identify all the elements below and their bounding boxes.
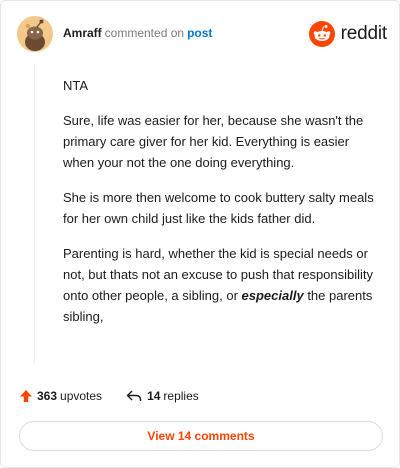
upvote-button[interactable]: 363 upvotes bbox=[19, 389, 102, 403]
view-comments-button[interactable]: View 14 comments bbox=[19, 421, 383, 451]
upvote-arrow-icon bbox=[20, 390, 32, 402]
comment-paragraph: Sure, life was easier for her, because s… bbox=[63, 113, 364, 170]
reply-label: replies bbox=[163, 389, 199, 403]
comment-header: Amraff commented on post reddit bbox=[17, 16, 387, 52]
commented-on-text: commented on bbox=[104, 26, 185, 40]
reddit-logo[interactable]: reddit bbox=[308, 19, 388, 49]
reply-arrow-icon bbox=[126, 390, 142, 401]
upvote-count: 363 bbox=[37, 389, 58, 403]
comment-meta: Amraff commented on post bbox=[63, 26, 212, 40]
snoo-avatar-icon[interactable] bbox=[17, 16, 53, 52]
author-name[interactable]: Amraff bbox=[63, 26, 102, 40]
comment-actions: 363 upvotes 14 replies bbox=[19, 386, 199, 406]
comment-body: NTA Sure, life was easier for her, becau… bbox=[63, 75, 383, 341]
comment-paragraph: She is more then welcome to cook buttery… bbox=[63, 190, 374, 226]
post-link[interactable]: post bbox=[187, 26, 212, 40]
reply-button[interactable]: 14 replies bbox=[126, 389, 199, 403]
upvote-label: upvotes bbox=[60, 389, 103, 403]
comment-paragraph: NTA bbox=[63, 78, 89, 93]
comment-paragraph: Parenting is hard, whether the kid is sp… bbox=[63, 243, 383, 327]
reply-count: 14 bbox=[147, 389, 161, 403]
reddit-alien-icon bbox=[308, 21, 335, 47]
comment-card: Amraff commented on post reddit NTA Sure, … bbox=[0, 0, 400, 468]
emphasis-text: especially bbox=[241, 288, 304, 303]
reddit-logo-text: reddit bbox=[340, 23, 388, 44]
thread-line bbox=[34, 63, 35, 363]
